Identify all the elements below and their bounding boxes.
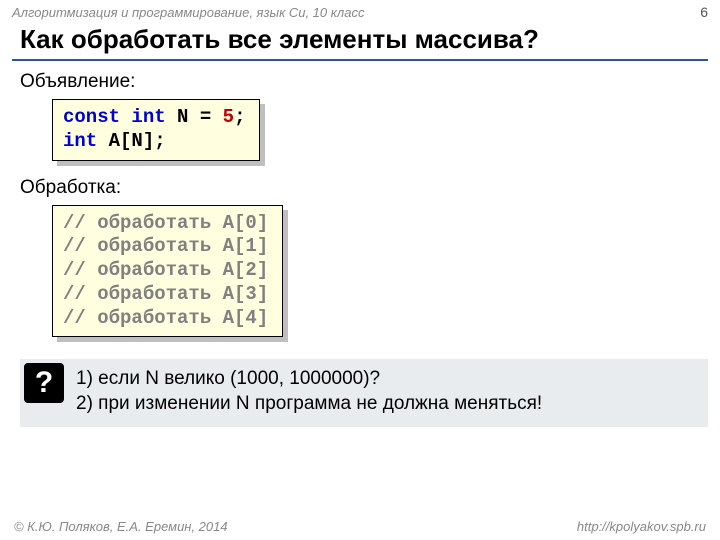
code-box: const int N = 5; int A[N]; (52, 99, 260, 161)
title-underline (12, 59, 708, 61)
keyword: const int (63, 106, 166, 128)
footer: © К.Ю. Поляков, Е.А. Еремин, 2014 http:/… (0, 519, 720, 534)
comment-line: // обработать A[2] (63, 259, 268, 281)
comment-line: // обработать A[1] (63, 235, 268, 257)
code-text: N (166, 106, 189, 128)
comment-line: // обработать A[3] (63, 283, 268, 305)
copyright: © К.Ю. Поляков, Е.А. Еремин, 2014 (14, 519, 228, 534)
question-line-2: 2) при изменении N программа не должна м… (76, 392, 696, 417)
code-text: = (188, 106, 222, 128)
keyword: int (63, 130, 97, 152)
code-block-processing: // обработать A[0] // обработать A[1] //… (52, 205, 283, 338)
question-mark-icon: ? (24, 363, 64, 403)
code-text: A[N]; (97, 130, 165, 152)
code-text: ; (234, 106, 245, 128)
code-block-declaration: const int N = 5; int A[N]; (52, 99, 260, 161)
header-bar: Алгоритмизация и программирование, язык … (0, 0, 720, 22)
declaration-label: Объявление: (0, 71, 720, 93)
processing-label: Обработка: (0, 177, 720, 199)
question-line-1: 1) если N велико (1000, 1000000)? (76, 367, 696, 392)
comment-line: // обработать A[0] (63, 212, 268, 234)
question-text: 1) если N велико (1000, 1000000)? 2) при… (76, 367, 696, 416)
page-number: 6 (700, 4, 708, 20)
footer-url: http://kpolyakov.spb.ru (577, 519, 706, 534)
number-literal: 5 (223, 106, 234, 128)
question-box: ? 1) если N велико (1000, 1000000)? 2) п… (20, 359, 708, 426)
comment-line: // обработать A[4] (63, 307, 268, 329)
page-title: Как обработать все элементы массива? (0, 22, 720, 59)
course-label: Алгоритмизация и программирование, язык … (12, 5, 364, 20)
code-box: // обработать A[0] // обработать A[1] //… (52, 205, 283, 338)
